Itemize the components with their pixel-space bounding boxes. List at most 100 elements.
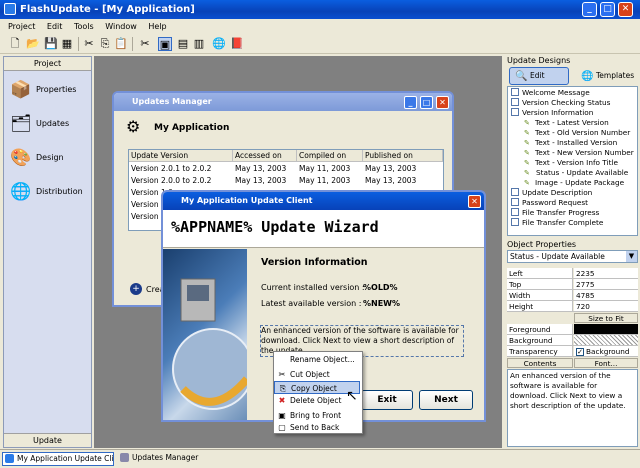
col-compiled-on[interactable]: Compiled on	[297, 150, 363, 162]
property-row[interactable]: Transparency ✓ Background	[507, 346, 638, 357]
menu-project[interactable]: Project	[8, 22, 35, 31]
app-title-bar: FlashUpdate - [My Application] _ □ ✕	[0, 0, 640, 19]
exit-button[interactable]: Exit	[361, 390, 413, 410]
tree-item[interactable]: ✎ Text - New Version Number	[524, 148, 634, 158]
paste-icon[interactable]: 📋	[114, 37, 128, 51]
tree-item[interactable]: ✎ Text - Version Info Title	[524, 158, 618, 168]
tree-item[interactable]: Version Checking Status	[511, 98, 610, 108]
page-icon	[511, 88, 519, 96]
size-to-fit-button[interactable]: Size to Fit	[574, 313, 638, 323]
property-row[interactable]: Top 2775	[507, 279, 638, 290]
property-value[interactable]: 720	[574, 301, 638, 311]
globe-icon[interactable]: 🌐	[212, 37, 226, 51]
toolbar-separator	[78, 37, 79, 51]
background-swatch[interactable]	[574, 335, 638, 345]
edit-design-button[interactable]: 🔍 Edit Design	[509, 67, 569, 96]
toolbar: 🗋 📂 💾 ▦ ✂ ⎘ 📋 ✂ ▣ ▤ ▥ 🌐 📕	[0, 34, 640, 54]
view-design-icon[interactable]: ▣	[158, 37, 172, 51]
property-row[interactable]: Height 720	[507, 301, 638, 312]
property-row[interactable]: Foreground	[507, 324, 638, 335]
nav-updates[interactable]: 🗂 Updates	[8, 113, 92, 137]
nav-distribution-label: Distribution	[36, 187, 83, 196]
menu-rename-object[interactable]: Rename Object...	[274, 353, 360, 366]
table-row[interactable]: Version 2.0.1 to 2.0.2 May 13, 2003 May …	[129, 163, 443, 175]
view-layout-icon[interactable]: ▤	[176, 37, 190, 51]
delete-icon: ✖	[278, 396, 286, 405]
contents-textarea[interactable]: An enhanced version of the software is a…	[507, 369, 638, 447]
font-button[interactable]: Font...	[574, 358, 638, 368]
property-row[interactable]: Width 4785	[507, 290, 638, 301]
tree-item-label: Welcome Message	[522, 88, 590, 97]
nav-updates-label: Updates	[36, 119, 70, 128]
menu-edit[interactable]: Edit	[47, 22, 63, 31]
foreground-swatch[interactable]	[574, 324, 638, 334]
property-value[interactable]: 2775	[574, 279, 638, 289]
property-value[interactable]: 4785	[574, 290, 638, 300]
menu-cut-object[interactable]: ✂ Cut Object	[274, 368, 360, 381]
open-folder-icon[interactable]: 📂	[26, 37, 40, 51]
copy-icon[interactable]: ⎘	[98, 37, 112, 51]
um-maximize-button[interactable]: □	[420, 96, 433, 109]
um-close-button[interactable]: ✕	[436, 96, 449, 109]
page-icon	[511, 188, 519, 196]
app-icon	[4, 3, 16, 15]
view-preview-icon[interactable]: ▥	[192, 37, 206, 51]
tree-item[interactable]: ✎ Text - Installed Version	[524, 138, 617, 148]
col-accessed-on[interactable]: Accessed on	[233, 150, 297, 162]
table-row[interactable]: Version 2.0.0 to 2.0.2 May 13, 2003 May …	[129, 175, 443, 187]
properties-tool-icon[interactable]: ▦	[60, 37, 74, 51]
chevron-down-icon[interactable]: ▼	[626, 251, 637, 262]
tools-icon[interactable]: ✂	[138, 37, 152, 51]
nav-properties[interactable]: 📦 Properties	[8, 79, 92, 103]
page-icon	[511, 218, 519, 226]
design-tree[interactable]: Welcome Message Version Checking Status …	[507, 86, 638, 236]
tree-item[interactable]: Version Information	[511, 108, 593, 118]
checkbox-checked-icon[interactable]: ✓	[576, 348, 584, 356]
pencil-icon: ✎	[524, 139, 530, 147]
uc-close-button[interactable]: ✕	[468, 195, 481, 208]
um-minimize-button[interactable]: _	[404, 96, 417, 109]
menu-send-to-back[interactable]: ▢ Send to Back	[274, 421, 360, 434]
cut-icon[interactable]: ✂	[82, 37, 96, 51]
menu-item-label: Delete Object	[290, 396, 342, 405]
col-published-on[interactable]: Published on	[363, 150, 443, 162]
property-key: Background	[507, 335, 573, 345]
version-info-heading: Version Information	[261, 257, 368, 268]
create-update-icon[interactable]: +	[130, 283, 142, 295]
tree-item[interactable]: File Transfer Complete	[511, 218, 603, 228]
transparency-checkbox-label: Background	[586, 347, 630, 356]
nav-distribution[interactable]: 🌐 Distribution	[8, 181, 92, 205]
property-row[interactable]: Left 2235	[507, 268, 638, 279]
help-book-icon[interactable]: 📕	[230, 37, 244, 51]
tree-item-label: Version Information	[522, 108, 594, 117]
tree-item[interactable]: Welcome Message	[511, 88, 590, 98]
update-pane-header[interactable]: Update	[4, 433, 91, 447]
tree-item[interactable]: Update Description	[511, 188, 592, 198]
tree-item[interactable]: ✎ Text - Old Version Number	[524, 128, 630, 138]
transparency-value[interactable]: ✓ Background	[574, 346, 638, 356]
tree-item-selected[interactable]: ✎ Status - Update Available	[524, 168, 629, 178]
new-file-icon[interactable]: 🗋	[8, 37, 22, 51]
menu-window[interactable]: Window	[105, 22, 137, 31]
col-update-version[interactable]: Update Version	[129, 150, 233, 162]
property-value[interactable]: 2235	[574, 268, 638, 278]
minimize-button[interactable]: _	[582, 2, 597, 17]
tab-update-client[interactable]: My Application Update Client	[2, 452, 114, 466]
menu-help[interactable]: Help	[148, 22, 166, 31]
object-select[interactable]: Status - Update Available ▼	[507, 250, 638, 263]
templates-button[interactable]: 🌐 Templates	[575, 67, 635, 85]
property-row[interactable]: Background	[507, 335, 638, 346]
tree-item[interactable]: ✎ Image - Update Package	[524, 178, 624, 188]
tree-item[interactable]: ✎ Text - Latest Version	[524, 118, 609, 128]
tab-updates-manager[interactable]: Updates Manager	[118, 452, 198, 466]
project-pane-header: Project	[4, 57, 91, 71]
save-icon[interactable]: 💾	[44, 37, 58, 51]
menu-tools[interactable]: Tools	[74, 22, 94, 31]
tree-item[interactable]: Password Request	[511, 198, 588, 208]
tree-item[interactable]: File Transfer Progress	[511, 208, 599, 218]
close-button[interactable]: ✕	[618, 2, 633, 17]
maximize-button[interactable]: □	[600, 2, 615, 17]
nav-design[interactable]: 🎨 Design	[8, 147, 92, 171]
next-button[interactable]: Next	[419, 390, 473, 410]
tree-item-label: Text - Latest Version	[535, 118, 609, 127]
